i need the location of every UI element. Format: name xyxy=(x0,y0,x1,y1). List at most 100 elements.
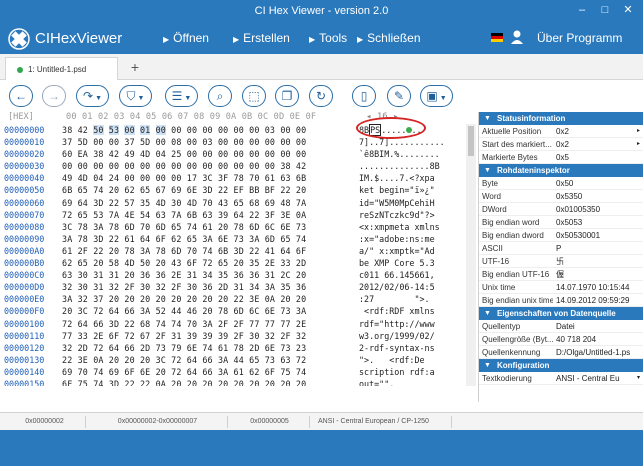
ascii-text[interactable]: 2-rdf-syntax-ns xyxy=(359,342,466,354)
hex-byte[interactable]: 2C xyxy=(280,270,290,280)
hex-byte[interactable]: 20 xyxy=(280,294,290,304)
hex-byte[interactable]: 6F xyxy=(265,367,275,377)
ascii-text[interactable]: <x:xmpmeta xmlns xyxy=(359,221,466,233)
hex-byte[interactable]: 63 xyxy=(280,355,290,365)
hex-bytes[interactable]: 37 5D 00 00 37 5D 00 08 00 03 00 00 00 0… xyxy=(62,136,359,148)
hex-byte[interactable]: 00 xyxy=(218,161,228,171)
hex-byte[interactable]: 72 xyxy=(202,258,212,268)
hex-row[interactable]: 000000E0 3A 32 37 20 20 20 20 20 20 20 20… xyxy=(4,293,478,305)
hex-byte[interactable]: 6B xyxy=(218,246,228,256)
hex-byte[interactable]: 78 xyxy=(156,246,166,256)
hex-byte[interactable]: 66 xyxy=(124,306,134,316)
hex-byte[interactable]: 65 xyxy=(249,355,259,365)
hex-byte[interactable]: 73 xyxy=(234,234,244,244)
hex-byte[interactable]: 34 xyxy=(202,270,212,280)
hex-byte[interactable]: BB xyxy=(249,185,259,195)
hex-byte[interactable]: 79 xyxy=(171,343,181,353)
hex-byte[interactable]: 00 xyxy=(249,137,259,147)
hex-byte[interactable]: 72 xyxy=(171,367,181,377)
hex-byte[interactable]: 75 xyxy=(78,379,88,386)
hex-byte[interactable]: 74 xyxy=(93,185,103,195)
ascii-text[interactable]: :27 ">. xyxy=(359,293,466,305)
hex-byte[interactable]: 70 xyxy=(187,319,197,329)
hex-byte[interactable]: EA xyxy=(78,149,88,159)
hex-row[interactable]: 00000100 72 64 66 3D 22 68 74 74 70 3A 2F… xyxy=(4,318,478,330)
hex-byte[interactable]: 2D xyxy=(249,343,259,353)
hex-byte[interactable]: 74 xyxy=(202,246,212,256)
hex-byte[interactable]: 75 xyxy=(280,367,290,377)
hex-byte[interactable]: 00 xyxy=(124,173,134,183)
hex-byte[interactable]: 57 xyxy=(124,198,134,208)
hex-bytes[interactable]: 60 EA 38 42 49 4D 04 25 00 00 00 00 00 0… xyxy=(62,148,359,160)
hex-byte[interactable]: 38 xyxy=(280,161,290,171)
hex-byte[interactable]: 78 xyxy=(109,222,119,232)
hex-byte[interactable]: 01 xyxy=(139,125,151,135)
hex-byte[interactable]: 39 xyxy=(218,331,228,341)
hex-byte[interactable]: 43 xyxy=(171,258,181,268)
hex-byte[interactable]: 2F xyxy=(234,319,244,329)
hex-byte[interactable]: 72 xyxy=(62,210,72,220)
hex-byte[interactable]: 3F xyxy=(218,173,228,183)
hex-byte[interactable]: 00 xyxy=(280,149,290,159)
hex-byte[interactable]: 67 xyxy=(140,331,150,341)
hex-byte[interactable]: 74 xyxy=(187,222,197,232)
hex-byte[interactable]: 62 xyxy=(124,185,134,195)
hex-byte[interactable]: 54 xyxy=(140,210,150,220)
ascii-text[interactable]: IM.$....7.<?xpa xyxy=(359,172,466,184)
hex-byte[interactable]: 03 xyxy=(265,125,275,135)
hex-byte[interactable]: 65 xyxy=(234,198,244,208)
hex-byte[interactable]: 53 xyxy=(93,210,103,220)
collapse-icon[interactable]: ▼ xyxy=(484,164,491,177)
hex-byte[interactable]: 36 xyxy=(249,270,259,280)
forward-button[interactable]: → xyxy=(42,85,66,107)
hex-byte[interactable]: 00 xyxy=(140,173,150,183)
hex-byte[interactable]: 73 xyxy=(265,355,275,365)
hex-row[interactable]: 000000A0 61 2F 22 20 78 3A 78 6D 70 74 6B… xyxy=(4,245,478,257)
hex-byte[interactable]: 00 xyxy=(218,149,228,159)
hex-byte[interactable]: 61 xyxy=(62,246,72,256)
hex-bytes[interactable]: 6F 75 74 3D 22 22 0A 20 20 20 20 20 20 2… xyxy=(62,378,359,386)
hex-byte[interactable]: BF xyxy=(265,185,275,195)
hex-byte[interactable]: 69 xyxy=(62,198,72,208)
hex-byte[interactable]: 20 xyxy=(265,379,275,386)
save-button[interactable]: ▣ ▼ xyxy=(420,85,453,107)
hex-byte[interactable]: 20 xyxy=(249,379,259,386)
hex-byte[interactable]: 6F xyxy=(296,246,306,256)
ascii-text[interactable]: ">. <rdf:De xyxy=(359,354,466,366)
hex-byte[interactable]: 65 xyxy=(171,222,181,232)
hex-byte[interactable]: 20 xyxy=(109,246,119,256)
hex-byte[interactable]: 00 xyxy=(234,161,244,171)
maximize-button[interactable]: □ xyxy=(594,2,616,18)
hex-byte[interactable]: 61 xyxy=(234,367,244,377)
ascii-text[interactable]: <rdf:RDF xmlns xyxy=(359,305,466,317)
hex-byte[interactable]: 77 xyxy=(265,319,275,329)
hex-byte[interactable]: 22 xyxy=(218,185,228,195)
ascii-text[interactable]: a/" x:xmptk="Ad xyxy=(359,245,466,257)
hex-byte[interactable]: 77 xyxy=(249,319,259,329)
hex-byte[interactable]: EF xyxy=(234,185,244,195)
hex-byte[interactable]: 6D xyxy=(124,222,134,232)
hex-byte[interactable]: 00 xyxy=(93,137,103,147)
hex-byte[interactable]: 6F xyxy=(62,379,72,386)
hex-byte[interactable]: 3D xyxy=(202,185,212,195)
hex-byte[interactable]: 48 xyxy=(280,198,290,208)
hex-byte[interactable]: 74 xyxy=(296,367,306,377)
hex-byte[interactable]: 32 xyxy=(62,343,72,353)
hex-row[interactable]: 00000080 3C 78 3A 78 6D 70 6D 65 74 61 20… xyxy=(4,221,478,233)
hex-byte[interactable]: 3A xyxy=(265,282,275,292)
hex-byte[interactable]: 6B xyxy=(296,173,306,183)
hex-row[interactable]: 00000140 69 70 74 69 6F 6E 20 72 64 66 3A… xyxy=(4,366,478,378)
hex-byte[interactable]: 20 xyxy=(62,306,72,316)
hex-byte[interactable]: 6C xyxy=(265,222,275,232)
hex-byte[interactable]: 20 xyxy=(109,355,119,365)
hex-byte[interactable]: 00 xyxy=(124,161,134,171)
hex-byte[interactable]: 00 xyxy=(202,161,212,171)
search-button[interactable]: ⌕ xyxy=(208,85,232,107)
hex-byte[interactable]: 00 xyxy=(280,137,290,147)
collapse-icon[interactable]: ▼ xyxy=(484,359,491,372)
hex-byte[interactable]: 64 xyxy=(234,210,244,220)
hex-bytes[interactable]: 61 2F 22 20 78 3A 78 6D 70 74 6B 3D 22 4… xyxy=(62,245,359,257)
hex-byte[interactable]: 31 xyxy=(93,270,103,280)
hex-byte[interactable]: 69 xyxy=(109,367,119,377)
hex-byte[interactable]: 69 xyxy=(265,198,275,208)
